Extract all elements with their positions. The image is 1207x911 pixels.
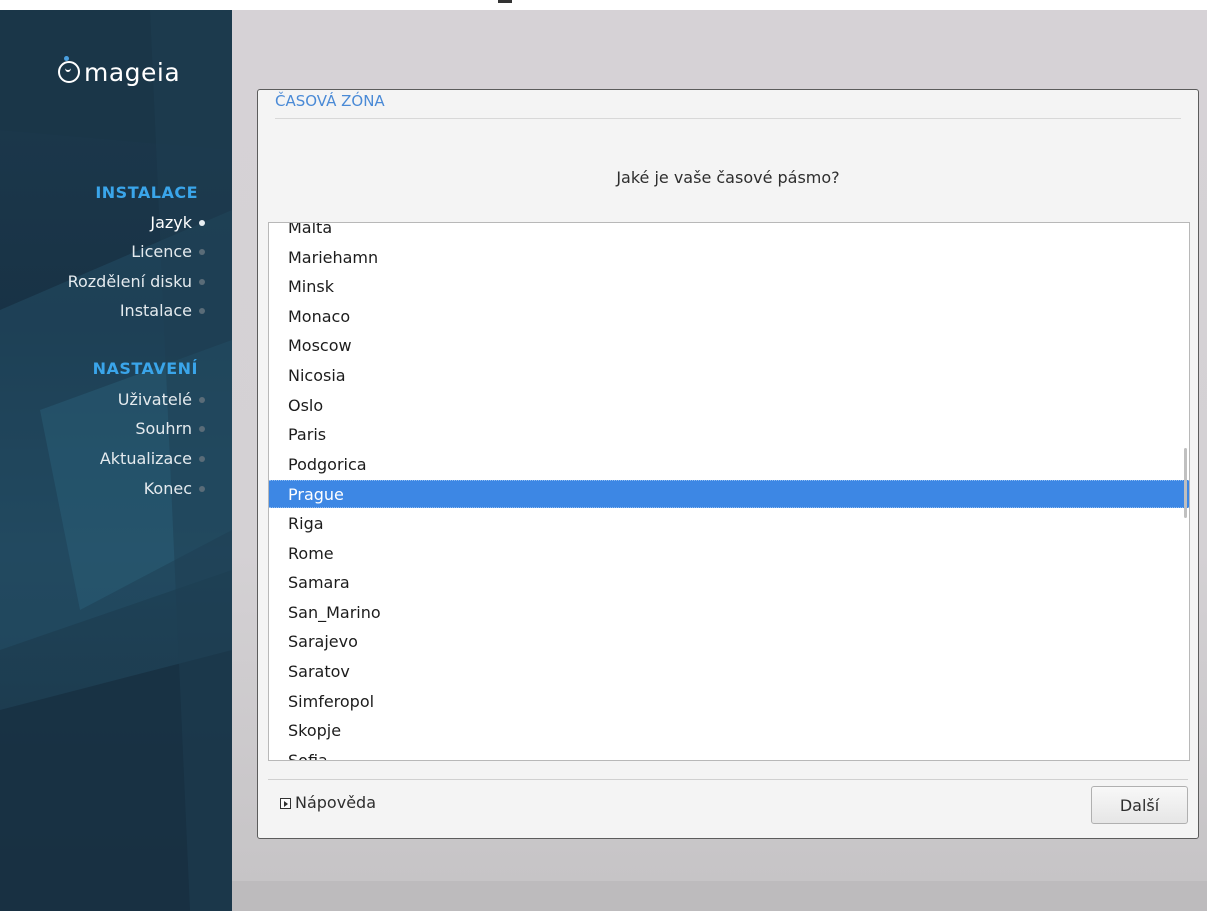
timezone-list-item[interactable]: Oslo (269, 392, 1189, 420)
mageia-logo-icon (58, 56, 80, 83)
timezone-list-item[interactable]: Paris (269, 421, 1189, 449)
mageia-logo: mageia (58, 56, 180, 87)
title-separator (275, 118, 1181, 119)
timezone-question: Jaké je vaše časové pásmo? (616, 168, 840, 187)
sidebar-step-label: Instalace (119, 301, 192, 320)
text-cursor-mark (498, 0, 512, 3)
sidebar-step: Konec (143, 479, 205, 498)
help-button[interactable]: Nápověda (280, 793, 376, 812)
timezone-list-item[interactable]: Monaco (269, 303, 1189, 331)
timezone-list-item[interactable]: Simferopol (269, 688, 1189, 716)
timezone-list-item[interactable]: Samara (269, 569, 1189, 597)
timezone-list-item[interactable]: San_Marino (269, 599, 1189, 627)
step-status-dot-icon (199, 308, 205, 314)
sidebar-step: Rozdělení disku (67, 272, 205, 291)
timezone-list-item[interactable]: Malta (269, 223, 1189, 242)
sidebar-step-label: Souhrn (135, 419, 192, 438)
dialog-title: ČASOVÁ ZÓNA (275, 92, 385, 110)
sidebar-section-title: NASTAVENÍ (92, 359, 198, 378)
sidebar: mageia INSTALACE Jazyk Licence Rozdělení di… (0, 10, 232, 911)
step-status-dot-icon (199, 486, 205, 492)
timezone-list-item[interactable]: Rome (269, 540, 1189, 568)
step-status-dot-icon (199, 397, 205, 403)
sidebar-step-label: Uživatelé (117, 390, 192, 409)
step-status-dot-icon (199, 249, 205, 255)
expand-arrow-icon (280, 798, 291, 809)
timezone-list-item[interactable]: Sofia (269, 747, 1189, 760)
next-button[interactable]: Další (1091, 786, 1188, 824)
sidebar-step: Souhrn (135, 419, 205, 438)
step-status-dot-icon (199, 279, 205, 285)
step-status-dot-icon (199, 456, 205, 462)
timezone-dialog: ČASOVÁ ZÓNA Jaké je vaše časové pásmo? S… (257, 89, 1199, 839)
timezone-list-item[interactable]: Riga (269, 510, 1189, 538)
timezone-list-item[interactable]: Prague (269, 480, 1189, 509)
timezone-list[interactable]: Sofia Skopje Simferopol Saratov Sarajevo San_… (268, 222, 1190, 761)
timezone-list-item[interactable]: Mariehamn (269, 244, 1189, 272)
bottom-band (232, 881, 1207, 911)
timezone-list-item[interactable]: Nicosia (269, 362, 1189, 390)
timezone-list-item[interactable]: Podgorica (269, 451, 1189, 479)
top-strip (0, 0, 1207, 10)
step-status-dot-icon (199, 426, 205, 432)
timezone-list-item[interactable]: Skopje (269, 717, 1189, 745)
sidebar-step: Uživatelé (117, 390, 205, 409)
sidebar-step: Aktualizace (99, 449, 205, 468)
sidebar-step: Jazyk (150, 213, 205, 232)
sidebar-step-label: Rozdělení disku (67, 272, 192, 291)
sidebar-section-title: INSTALACE (95, 183, 198, 202)
timezone-list-item[interactable]: Moscow (269, 332, 1189, 360)
list-scrollbar[interactable] (1184, 448, 1187, 518)
timezone-list-item[interactable]: Saratov (269, 658, 1189, 686)
sidebar-step-label: Konec (143, 479, 192, 498)
sidebar-step-label: Licence (131, 242, 192, 261)
step-status-dot-icon (199, 220, 205, 226)
timezone-list-item[interactable]: Minsk (269, 273, 1189, 301)
sidebar-step-label: Jazyk (150, 213, 192, 232)
sidebar-step: Instalace (119, 301, 205, 320)
sidebar-step-label: Aktualizace (99, 449, 192, 468)
sidebar-step: Licence (131, 242, 205, 261)
footer-separator (268, 779, 1188, 780)
help-label: Nápověda (295, 793, 376, 812)
timezone-list-item[interactable]: Sarajevo (269, 628, 1189, 656)
